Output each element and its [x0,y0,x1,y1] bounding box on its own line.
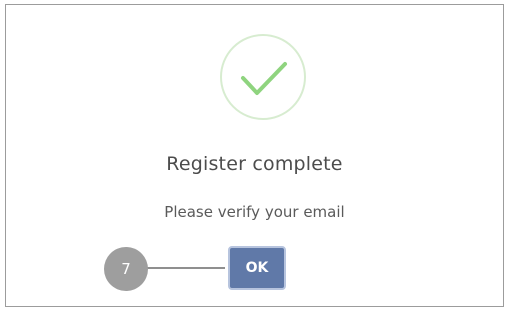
callout-leader-line [145,267,225,269]
checkmark-icon [241,62,287,95]
success-icon-circle [220,34,306,120]
ok-button[interactable]: OK [228,246,286,290]
step-number-badge: 7 [104,247,148,291]
dialog-message: Please verify your email [164,203,345,221]
dialog-title: Register complete [166,153,343,175]
